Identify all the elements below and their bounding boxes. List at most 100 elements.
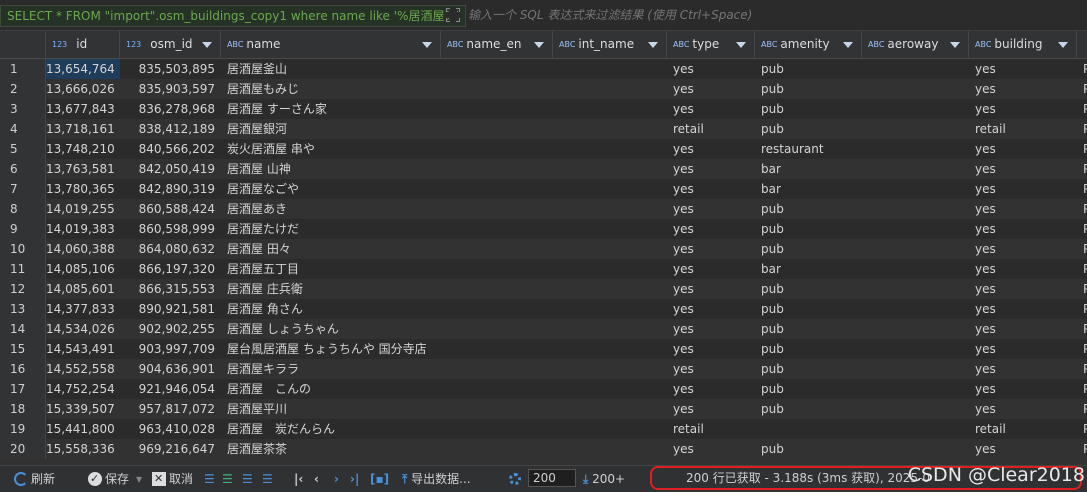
cell-name[interactable]: 居酒屋 こんの bbox=[221, 379, 441, 399]
cell-name[interactable]: 居酒屋 炭だんらん bbox=[221, 419, 441, 439]
chevron-down-icon[interactable] bbox=[648, 42, 658, 48]
fetch-size-input[interactable] bbox=[528, 469, 576, 487]
copy-row-icon[interactable]: ☰ bbox=[242, 469, 253, 489]
cell-amenity[interactable]: bar bbox=[755, 159, 862, 179]
row-number[interactable]: 7 bbox=[0, 179, 46, 199]
cell-name-en[interactable] bbox=[441, 399, 553, 419]
cell-type[interactable]: yes bbox=[667, 159, 755, 179]
cell-osm-id[interactable]: 903,997,709 bbox=[120, 339, 221, 359]
cell-aeroway[interactable] bbox=[862, 99, 969, 119]
cell-name[interactable]: 居酒屋釜山 bbox=[221, 59, 441, 79]
cell-id[interactable]: 13,677,843 bbox=[46, 99, 120, 119]
cell-name[interactable]: 居酒屋 すーさん家 bbox=[221, 99, 441, 119]
column-header-type[interactable]: ABC type bbox=[667, 31, 755, 58]
cell-type[interactable]: yes bbox=[667, 79, 755, 99]
expand-filter-icon[interactable] bbox=[445, 7, 461, 23]
export-button[interactable]: ⤒ 导出数据... bbox=[402, 469, 471, 489]
cell-name[interactable]: 炭火居酒屋 串や bbox=[221, 139, 441, 159]
cell-name[interactable]: 居酒屋 角さん bbox=[221, 299, 441, 319]
cell-building[interactable]: yes bbox=[969, 239, 1077, 259]
cell-osm-id[interactable]: 921,946,054 bbox=[120, 379, 221, 399]
cell-building[interactable]: yes bbox=[969, 299, 1077, 319]
cell-aeroway[interactable] bbox=[862, 259, 969, 279]
cell-name-en[interactable] bbox=[441, 219, 553, 239]
cell-int-name[interactable] bbox=[553, 79, 667, 99]
cell-id[interactable]: 15,558,336 bbox=[46, 439, 120, 459]
cell-aeroway[interactable] bbox=[862, 279, 969, 299]
cell-name[interactable]: 居酒屋なごや bbox=[221, 179, 441, 199]
cell-amenity[interactable]: pub bbox=[755, 359, 862, 379]
cell-building[interactable]: yes bbox=[969, 399, 1077, 419]
cell-aeroway[interactable] bbox=[862, 139, 969, 159]
cell-name[interactable]: 居酒屋 山神 bbox=[221, 159, 441, 179]
table-row[interactable]: 17 14,752,254 921,946,054 居酒屋 こんの yes pub yes P bbox=[0, 379, 1087, 399]
cell-osm-id[interactable]: 957,817,072 bbox=[120, 399, 221, 419]
cell-building[interactable]: yes bbox=[969, 339, 1077, 359]
cell-amenity[interactable]: pub bbox=[755, 219, 862, 239]
table-row[interactable]: 10 14,060,388 864,080,632 居酒屋 田々 yes pub yes P bbox=[0, 239, 1087, 259]
cell-osm-id[interactable]: 838,412,189 bbox=[120, 119, 221, 139]
cell-osm-id[interactable]: 904,636,901 bbox=[120, 359, 221, 379]
cell-type[interactable]: yes bbox=[667, 239, 755, 259]
cell-type[interactable]: yes bbox=[667, 99, 755, 119]
delete-row-icon[interactable]: ☰ bbox=[262, 469, 273, 489]
cell-aeroway[interactable] bbox=[862, 339, 969, 359]
row-number[interactable]: 9 bbox=[0, 219, 46, 239]
cell-overflow[interactable]: P bbox=[1077, 219, 1087, 239]
table-row[interactable]: 18 15,339,507 957,817,072 居酒屋平川 yes pub yes P bbox=[0, 399, 1087, 419]
cancel-button[interactable]: 取消 bbox=[152, 469, 193, 489]
save-dropdown-icon[interactable]: ▾ bbox=[136, 469, 142, 489]
row-number[interactable]: 18 bbox=[0, 399, 46, 419]
table-row[interactable]: 12 14,085,601 866,315,553 居酒屋 庄兵衛 yes pub yes P bbox=[0, 279, 1087, 299]
cell-aeroway[interactable] bbox=[862, 359, 969, 379]
cell-int-name[interactable] bbox=[553, 239, 667, 259]
cell-name-en[interactable] bbox=[441, 279, 553, 299]
row-number[interactable]: 14 bbox=[0, 319, 46, 339]
cell-building[interactable]: yes bbox=[969, 439, 1077, 459]
cell-name[interactable]: 居酒屋平川 bbox=[221, 399, 441, 419]
cell-id[interactable]: 14,019,383 bbox=[46, 219, 120, 239]
cell-building[interactable]: yes bbox=[969, 139, 1077, 159]
row-number[interactable]: 16 bbox=[0, 359, 46, 379]
row-number[interactable]: 1 bbox=[0, 59, 46, 79]
cell-name-en[interactable] bbox=[441, 79, 553, 99]
cell-osm-id[interactable]: 866,197,320 bbox=[120, 259, 221, 279]
cell-name-en[interactable] bbox=[441, 119, 553, 139]
cell-building[interactable]: yes bbox=[969, 179, 1077, 199]
fetch-more-button[interactable]: ⤓ 200+ bbox=[583, 469, 625, 489]
cell-id[interactable]: 15,339,507 bbox=[46, 399, 120, 419]
cell-id[interactable]: 14,085,106 bbox=[46, 259, 120, 279]
cell-osm-id[interactable]: 890,921,581 bbox=[120, 299, 221, 319]
cell-aeroway[interactable] bbox=[862, 379, 969, 399]
cell-building[interactable]: yes bbox=[969, 199, 1077, 219]
add-row-icon[interactable]: ☰ bbox=[222, 469, 233, 489]
cell-amenity[interactable]: bar bbox=[755, 259, 862, 279]
cell-overflow[interactable]: P bbox=[1077, 439, 1087, 459]
cell-id[interactable]: 14,543,491 bbox=[46, 339, 120, 359]
cell-building[interactable]: yes bbox=[969, 79, 1077, 99]
cell-id[interactable]: 13,718,161 bbox=[46, 119, 120, 139]
cell-osm-id[interactable]: 860,588,424 bbox=[120, 199, 221, 219]
table-row[interactable]: 8 14,019,255 860,588,424 居酒屋あき yes pub yes P bbox=[0, 199, 1087, 219]
cell-name-en[interactable] bbox=[441, 359, 553, 379]
cell-id[interactable]: 13,666,026 bbox=[46, 79, 120, 99]
cell-name-en[interactable] bbox=[441, 299, 553, 319]
cell-osm-id[interactable]: 835,503,895 bbox=[120, 59, 221, 79]
table-row[interactable]: 7 13,780,365 842,890,319 居酒屋なごや yes bar yes P bbox=[0, 179, 1087, 199]
cell-type[interactable]: yes bbox=[667, 179, 755, 199]
cell-id[interactable]: 14,060,388 bbox=[46, 239, 120, 259]
cell-type[interactable]: yes bbox=[667, 279, 755, 299]
row-number[interactable]: 10 bbox=[0, 239, 46, 259]
cell-osm-id[interactable]: 842,050,419 bbox=[120, 159, 221, 179]
cell-overflow[interactable]: P bbox=[1077, 239, 1087, 259]
cell-name-en[interactable] bbox=[441, 199, 553, 219]
cell-amenity[interactable]: pub bbox=[755, 239, 862, 259]
cell-building[interactable]: yes bbox=[969, 379, 1077, 399]
table-row[interactable]: 3 13,677,843 836,278,968 居酒屋 すーさん家 yes pub yes… bbox=[0, 99, 1087, 119]
query-text[interactable]: SELECT * FROM "import".osm_buildings_cop… bbox=[0, 5, 467, 27]
chevron-down-icon[interactable] bbox=[534, 42, 544, 48]
cell-name-en[interactable] bbox=[441, 59, 553, 79]
cell-osm-id[interactable]: 860,598,999 bbox=[120, 219, 221, 239]
cell-int-name[interactable] bbox=[553, 119, 667, 139]
cell-name-en[interactable] bbox=[441, 419, 553, 439]
